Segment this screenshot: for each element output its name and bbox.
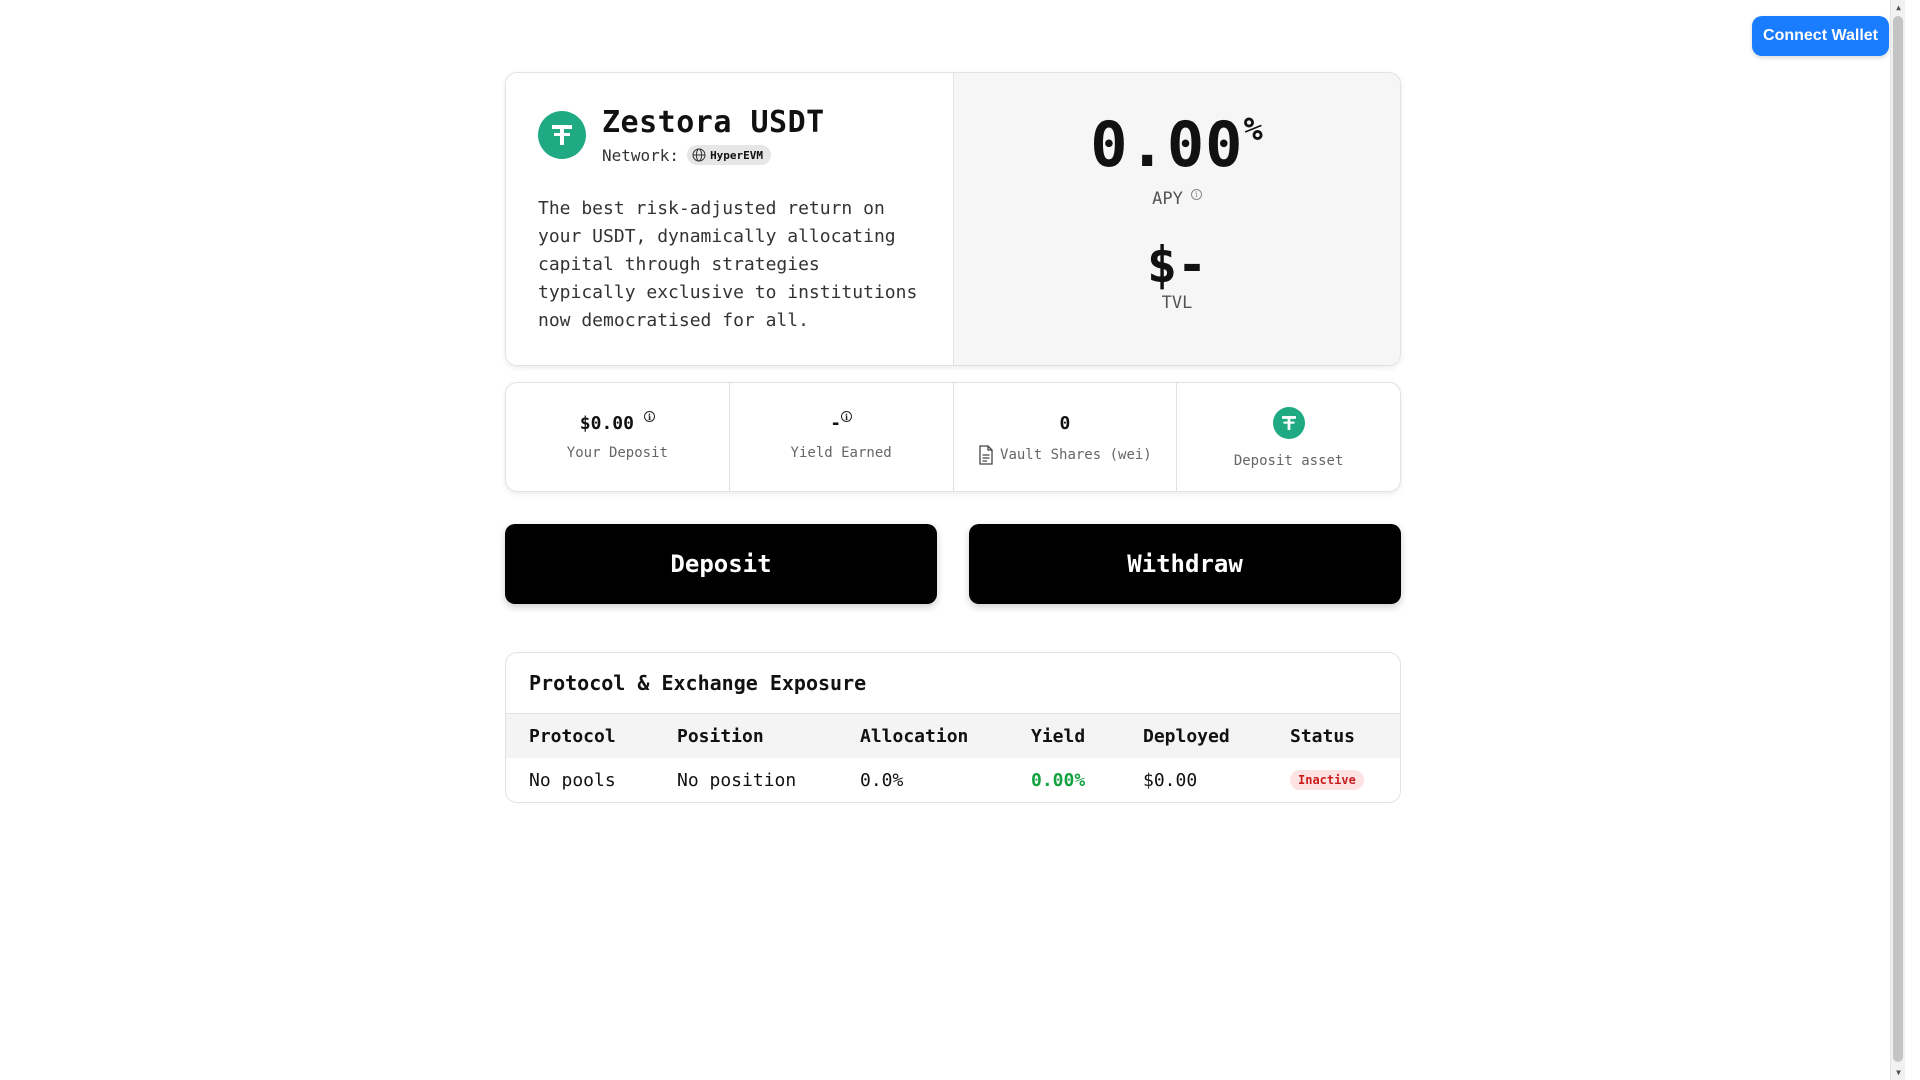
globe-icon [692,148,706,162]
vault-info: Zestora USDT Network: HyperEVM The best … [506,73,954,365]
apy-value: 0.00% [1090,108,1264,181]
exposure-title: Protocol & Exchange Exposure [506,653,1400,714]
deposit-button[interactable]: Deposit [505,524,937,604]
scrollbar[interactable]: ▲ ▼ [1890,0,1905,1080]
document-icon [979,445,993,465]
connect-wallet-button[interactable]: Connect Wallet [1752,16,1889,56]
metrics-row: $0.00 i Your Deposit - i Yield Earned 0 [505,382,1401,492]
status-badge: Inactive [1290,770,1364,790]
col-position: Position [677,725,764,747]
vault-overview-card: Zestora USDT Network: HyperEVM The best … [505,72,1401,366]
usdt-logo-icon [1272,407,1305,439]
metric-your-deposit: $0.00 i Your Deposit [506,383,730,491]
apy-info-icon[interactable]: i [1190,189,1202,200]
row-deployed: $0.00 [1143,769,1198,791]
col-deployed: Deployed [1143,725,1230,747]
metric-yield-earned: - i Yield Earned [730,383,954,491]
scroll-down-arrow-icon[interactable]: ▼ [1891,1065,1906,1080]
vault-shares-label: Vault Shares (wei) [1000,447,1152,463]
col-protocol: Protocol [529,725,616,747]
network-label: Network: [602,145,680,165]
row-position: No position [677,769,797,791]
network-row: Network: HyperEVM [602,145,825,165]
apy-label-row: APY i [1152,189,1202,209]
deposit-asset-label: Deposit asset [1233,453,1344,469]
deposit-info-icon[interactable]: i [643,411,655,422]
scrollbar-thumb[interactable] [1893,16,1903,1062]
tvl-label: TVL [1161,293,1193,313]
yield-earned-value: - [830,413,842,434]
col-status: Status [1290,725,1356,747]
row-protocol: No pools [529,769,616,791]
metric-deposit-asset: Deposit asset [1177,383,1400,491]
stats-panel: 0.00% APY i $- TVL [954,73,1400,365]
apy-label: APY [1152,189,1183,209]
scroll-up-arrow-icon[interactable]: ▲ [1891,0,1906,15]
row-yield: 0.00% [1031,769,1086,791]
deposit-label: Your Deposit [566,445,668,461]
vault-shares-value: 0 [1059,413,1071,434]
col-allocation: Allocation [860,725,969,747]
col-yield: Yield [1031,725,1086,747]
row-allocation: 0.0% [860,769,904,791]
yield-info-icon[interactable]: i [841,411,853,422]
vault-description: The best risk-adjusted return on your US… [538,198,918,331]
withdraw-button[interactable]: Withdraw [969,524,1401,604]
exposure-table: Protocol & Exchange Exposure Protocol Po… [505,652,1401,803]
network-badge: HyperEVM [687,145,772,165]
table-header: Protocol Position Allocation Yield Deplo… [506,714,1400,758]
metric-vault-shares: 0 Vault Shares (wei) [954,383,1178,491]
usdt-logo-icon [538,111,586,159]
apy-suffix: % [1243,110,1264,148]
table-row: No pools No position 0.0% 0.00% $0.00 In… [506,758,1400,802]
vault-header: Zestora USDT Network: HyperEVM [538,105,921,165]
vault-shares-label-row: Vault Shares (wei) [978,445,1152,465]
network-name: HyperEVM [710,148,764,162]
yield-earned-label: Yield Earned [790,445,892,461]
deposit-value: $0.00 [579,413,634,434]
tvl-value: $- [1146,236,1208,294]
vault-name: Zestora USDT [602,105,825,140]
page: Connect Wallet Zestora USDT Network: Hyp… [0,0,1905,1080]
